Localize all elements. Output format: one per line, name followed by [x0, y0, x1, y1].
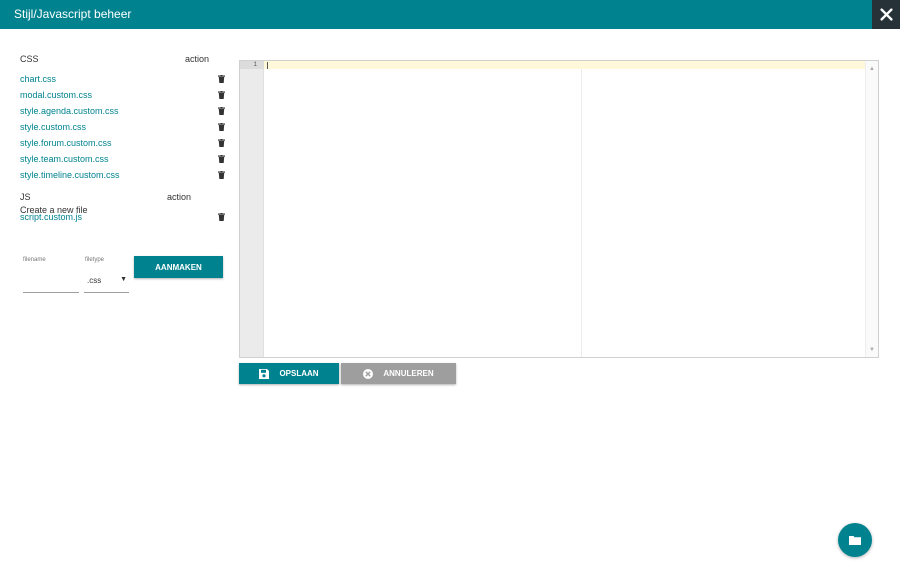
css-file-link[interactable]: style.timeline.custom.css [20, 170, 120, 180]
filename-input[interactable] [23, 271, 79, 293]
editor-scrollbar[interactable]: ▲ ▼ [865, 61, 878, 357]
editor-gutter [240, 61, 264, 357]
filetype-select[interactable]: .css ▼ [84, 271, 129, 293]
code-editor[interactable]: 1 ▲ ▼ [239, 60, 879, 358]
cancel-label: ANNULEREN [383, 369, 434, 378]
css-file-link[interactable]: chart.css [20, 74, 56, 84]
trash-icon [218, 213, 225, 221]
folder-fab-button[interactable] [838, 523, 872, 557]
text-cursor [267, 62, 268, 69]
trash-icon [218, 107, 225, 115]
trash-icon [218, 171, 225, 179]
delete-button[interactable] [218, 139, 225, 147]
save-icon [259, 368, 270, 379]
save-button[interactable]: OPSLAAN [239, 363, 339, 384]
line-number: 1 [240, 61, 264, 69]
cancel-button[interactable]: ANNULEREN [341, 363, 456, 384]
css-header: CSS [20, 54, 39, 64]
delete-button[interactable] [218, 171, 225, 179]
trash-icon [218, 155, 225, 163]
close-icon [879, 8, 893, 21]
delete-button[interactable] [218, 155, 225, 163]
css-file-link[interactable]: style.custom.css [20, 122, 86, 132]
folder-icon [849, 536, 861, 545]
create-file-label: Create a new file [20, 205, 88, 215]
filetype-value: .css [87, 276, 102, 285]
trash-icon [218, 123, 225, 131]
delete-button[interactable] [218, 213, 225, 221]
trash-icon [218, 91, 225, 99]
scroll-up-icon[interactable]: ▲ [869, 66, 875, 72]
css-action-header: action [185, 54, 210, 64]
delete-button[interactable] [218, 107, 225, 115]
save-label: OPSLAAN [279, 369, 319, 378]
print-margin [581, 69, 582, 357]
create-button[interactable]: AANMAKEN [134, 256, 223, 278]
css-file-link[interactable]: style.team.custom.css [20, 154, 109, 164]
js-action-header: action [167, 192, 192, 202]
trash-icon [218, 75, 225, 83]
delete-button[interactable] [218, 75, 225, 83]
close-button[interactable] [872, 0, 900, 29]
cancel-icon [363, 368, 374, 379]
js-header: JS [20, 192, 31, 202]
delete-button[interactable] [218, 123, 225, 131]
window-title: Stijl/Javascript beheer [14, 7, 132, 21]
css-file-link[interactable]: modal.custom.css [20, 90, 92, 100]
filename-label: filename [23, 257, 46, 263]
caret-down-icon: ▼ [120, 276, 127, 283]
title-bar: Stijl/Javascript beheer [0, 0, 900, 29]
css-file-link[interactable]: style.agenda.custom.css [20, 106, 119, 116]
css-file-link[interactable]: style.forum.custom.css [20, 138, 112, 148]
delete-button[interactable] [218, 91, 225, 99]
active-line-highlight [264, 61, 865, 69]
trash-icon [218, 139, 225, 147]
scroll-down-icon[interactable]: ▼ [869, 347, 875, 353]
filetype-label: filetype [85, 257, 105, 263]
